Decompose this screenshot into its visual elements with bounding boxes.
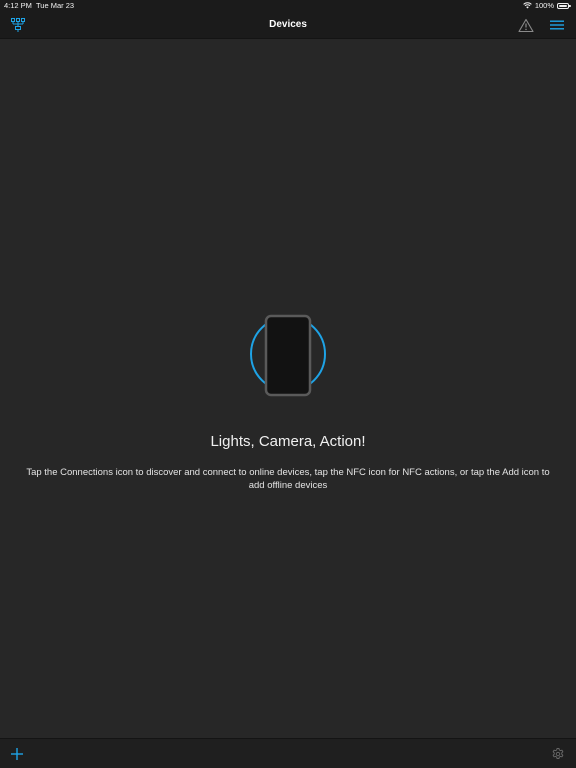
gear-icon [552, 748, 564, 759]
battery-level-fill [559, 4, 567, 7]
devices-screen: 4:12 PM Tue Mar 23 100% Devices Lights, … [0, 0, 576, 768]
empty-state-title: Lights, Camera, Action! [210, 433, 366, 450]
add-device-button[interactable] [9, 746, 25, 762]
warning-icon [518, 18, 534, 32]
battery-percent: 100% [534, 1, 554, 10]
status-indicators: 100% [523, 1, 571, 10]
settings-button[interactable] [550, 746, 566, 762]
status-date: Tue Mar 23 [36, 1, 75, 10]
status-bar: 4:12 PM Tue Mar 23 100% [0, 0, 576, 12]
page-title: Devices [269, 19, 307, 30]
wifi-icon [523, 2, 532, 9]
plus-icon [11, 748, 23, 760]
status-time: 4:12 PM [4, 1, 32, 10]
warning-button[interactable] [516, 16, 536, 34]
menu-icon [550, 20, 564, 30]
menu-button[interactable] [547, 16, 567, 34]
empty-state-message: Tap the Connections icon to discover and… [26, 467, 550, 491]
battery-icon [557, 2, 571, 9]
phone-icon [250, 314, 326, 397]
navigation-bar: Devices [0, 12, 576, 39]
bottom-toolbar [0, 738, 576, 768]
